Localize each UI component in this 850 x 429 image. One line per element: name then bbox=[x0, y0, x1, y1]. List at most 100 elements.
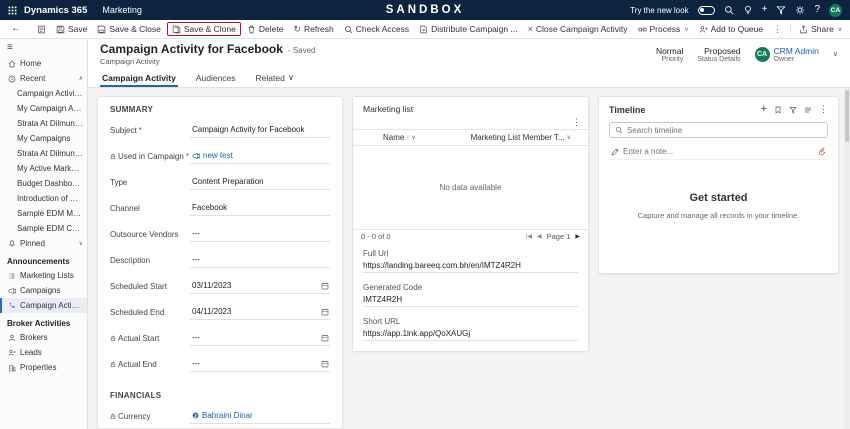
first-page-icon[interactable]: |◀ bbox=[526, 233, 532, 240]
currency-lookup[interactable]: Bahraini Dinar bbox=[190, 411, 330, 424]
owner-field[interactable]: CA CRM Admin Owner bbox=[755, 46, 819, 63]
sidebar-item-marketing-lists[interactable]: Marketing Lists bbox=[0, 268, 87, 283]
vertical-scrollbar[interactable] bbox=[844, 88, 850, 429]
type-select[interactable]: Content Preparation bbox=[190, 177, 330, 190]
next-page-icon[interactable]: ▶ bbox=[575, 233, 580, 240]
calendar-icon[interactable] bbox=[321, 308, 329, 316]
back-button[interactable]: ← bbox=[6, 22, 26, 36]
sidebar-item-brokers[interactable]: Brokers bbox=[0, 330, 87, 345]
sidebar-item-home[interactable]: Home bbox=[0, 56, 87, 71]
close-campaign-activity-button[interactable]: × Close Campaign Activity bbox=[523, 22, 633, 36]
add-to-queue-button[interactable]: Add to Queue bbox=[694, 22, 768, 36]
subject-input[interactable]: Campaign Activity for Facebook bbox=[190, 125, 330, 138]
column-header-member-type[interactable]: Marketing List Member T... ∨ bbox=[471, 133, 580, 142]
timeline-search-box[interactable] bbox=[609, 122, 828, 138]
description-input[interactable]: --- bbox=[190, 255, 330, 268]
user-avatar[interactable]: CA bbox=[829, 4, 842, 17]
app-title[interactable]: Dynamics 365 bbox=[24, 5, 87, 16]
tab-campaign-activity[interactable]: Campaign Activity bbox=[100, 73, 178, 87]
full-url-input[interactable]: https://landing.bareeq.com.bh/en/IMTZ4R2… bbox=[363, 261, 578, 273]
check-access-button[interactable]: Check Access bbox=[339, 22, 414, 36]
refresh-button[interactable]: ↻ Refresh bbox=[288, 22, 338, 36]
scrollbar-thumb[interactable] bbox=[845, 90, 849, 142]
tab-related[interactable]: Related ∨ bbox=[254, 72, 297, 87]
recent-item[interactable]: Sample EDM Campai... bbox=[0, 221, 87, 236]
header-collapse-chevron-icon[interactable]: ∨ bbox=[833, 50, 838, 58]
save-and-clone-button[interactable]: Save & Clone bbox=[167, 22, 241, 36]
sidebar-item-campaigns[interactable]: Campaigns bbox=[0, 283, 87, 298]
timeline-title: Timeline bbox=[609, 105, 645, 115]
scheduled-end-input[interactable]: 04/11/2023 bbox=[190, 307, 330, 320]
help-icon[interactable]: ? bbox=[814, 5, 820, 15]
recent-item[interactable]: My Campaigns bbox=[0, 131, 87, 146]
command-overflow-button[interactable]: ⋮ bbox=[768, 23, 787, 36]
app-launcher-icon[interactable] bbox=[8, 6, 17, 15]
recent-item[interactable]: Strata At Dilmunia Te... bbox=[0, 146, 87, 161]
sidebar-item-recent[interactable]: Recent ∧ bbox=[0, 71, 87, 86]
chevron-up-icon: ∧ bbox=[79, 75, 83, 82]
add-timeline-record-icon[interactable]: + bbox=[761, 104, 767, 115]
delete-button[interactable]: Delete bbox=[242, 22, 289, 36]
field-short-url: Short URL https://app.1lnk.app/QoXAUGj bbox=[363, 317, 578, 341]
actual-start-input[interactable]: --- bbox=[190, 333, 330, 346]
person-icon bbox=[7, 334, 16, 342]
megaphone-icon bbox=[7, 287, 16, 295]
channel-select[interactable]: Facebook bbox=[190, 203, 330, 216]
grid-commands-icon[interactable]: ⋮ bbox=[572, 118, 581, 129]
summary-section: SUMMARY Subject* Campaign Activity for F… bbox=[97, 96, 343, 429]
calendar-icon[interactable] bbox=[321, 282, 329, 290]
calendar-icon[interactable] bbox=[321, 360, 329, 368]
new-look-toggle[interactable] bbox=[698, 6, 715, 15]
recent-item[interactable]: My Campaign Activit... bbox=[0, 101, 87, 116]
previous-page-icon[interactable]: ◀ bbox=[537, 233, 542, 240]
calendar-icon[interactable] bbox=[321, 334, 329, 342]
bookmark-icon[interactable] bbox=[774, 106, 782, 114]
timeline-note-box[interactable] bbox=[609, 144, 828, 160]
menu-icon[interactable]: ≡ bbox=[7, 43, 13, 53]
generated-code-input[interactable]: IMTZ4R2H bbox=[363, 295, 578, 307]
actual-end-input[interactable]: --- bbox=[190, 359, 330, 372]
lock-icon bbox=[110, 413, 116, 420]
sidebar-item-leads[interactable]: Leads bbox=[0, 345, 87, 360]
used-in-campaign-lookup[interactable]: new test bbox=[190, 151, 330, 164]
enter-note-input[interactable] bbox=[623, 147, 814, 156]
phone-activity-icon bbox=[7, 302, 16, 310]
try-new-look-label: Try the new look bbox=[630, 6, 688, 15]
plus-icon[interactable]: + bbox=[762, 5, 768, 15]
outsource-vendors-input[interactable]: --- bbox=[190, 229, 330, 242]
filter-icon[interactable] bbox=[776, 5, 786, 15]
distribute-campaign-button[interactable]: Distribute Campaign ... bbox=[414, 22, 522, 36]
recent-item[interactable]: My Active Marketing... bbox=[0, 161, 87, 176]
sidebar-item-properties[interactable]: Properties bbox=[0, 360, 87, 375]
save-button[interactable]: Save bbox=[51, 22, 92, 36]
tab-audiences[interactable]: Audiences bbox=[194, 73, 238, 87]
save-close-icon bbox=[97, 25, 106, 34]
process-button[interactable]: Process ∨ bbox=[633, 22, 694, 36]
recent-item[interactable]: Strata At Dilmunia Te... bbox=[0, 116, 87, 131]
area-switcher[interactable]: Marketing bbox=[102, 5, 142, 15]
recent-item[interactable]: Sample EDM Message bbox=[0, 206, 87, 221]
search-icon[interactable] bbox=[724, 5, 734, 15]
filter-icon[interactable] bbox=[789, 106, 797, 114]
timeline-more-icon[interactable]: ⋮ bbox=[819, 105, 828, 114]
short-url-input[interactable]: https://app.1lnk.app/QoXAUGj bbox=[363, 329, 578, 341]
sidebar-item-campaign-activities[interactable]: Campaign Activities bbox=[0, 298, 87, 313]
search-timeline-input[interactable] bbox=[627, 126, 822, 135]
recent-item[interactable]: Budget Dashboard bbox=[0, 176, 87, 191]
share-button[interactable]: Share ∨ bbox=[794, 22, 847, 36]
form-view-button[interactable] bbox=[32, 23, 51, 36]
owner-link[interactable]: CRM Admin bbox=[774, 46, 819, 56]
column-header-name[interactable]: Name ↑ ∨ bbox=[361, 133, 471, 142]
recent-item[interactable]: Campaign Activity fo... bbox=[0, 86, 87, 101]
paperclip-icon[interactable] bbox=[818, 147, 826, 156]
settings-gear-icon[interactable] bbox=[795, 5, 805, 15]
form-icon bbox=[37, 25, 46, 34]
grid-column-headers: Name ↑ ∨ Marketing List Member T... ∨ bbox=[353, 129, 588, 146]
expand-records-icon[interactable] bbox=[804, 106, 812, 114]
scheduled-start-input[interactable]: 03/11/2023 bbox=[190, 281, 330, 294]
sidebar-item-pinned[interactable]: Pinned ∨ bbox=[0, 236, 87, 251]
field-used-in-campaign: Used in Campaign* new test bbox=[110, 151, 330, 164]
recent-item[interactable]: Introduction of Paid ... bbox=[0, 191, 87, 206]
save-and-close-button[interactable]: Save & Close bbox=[92, 22, 166, 36]
lightbulb-icon[interactable] bbox=[743, 5, 753, 15]
